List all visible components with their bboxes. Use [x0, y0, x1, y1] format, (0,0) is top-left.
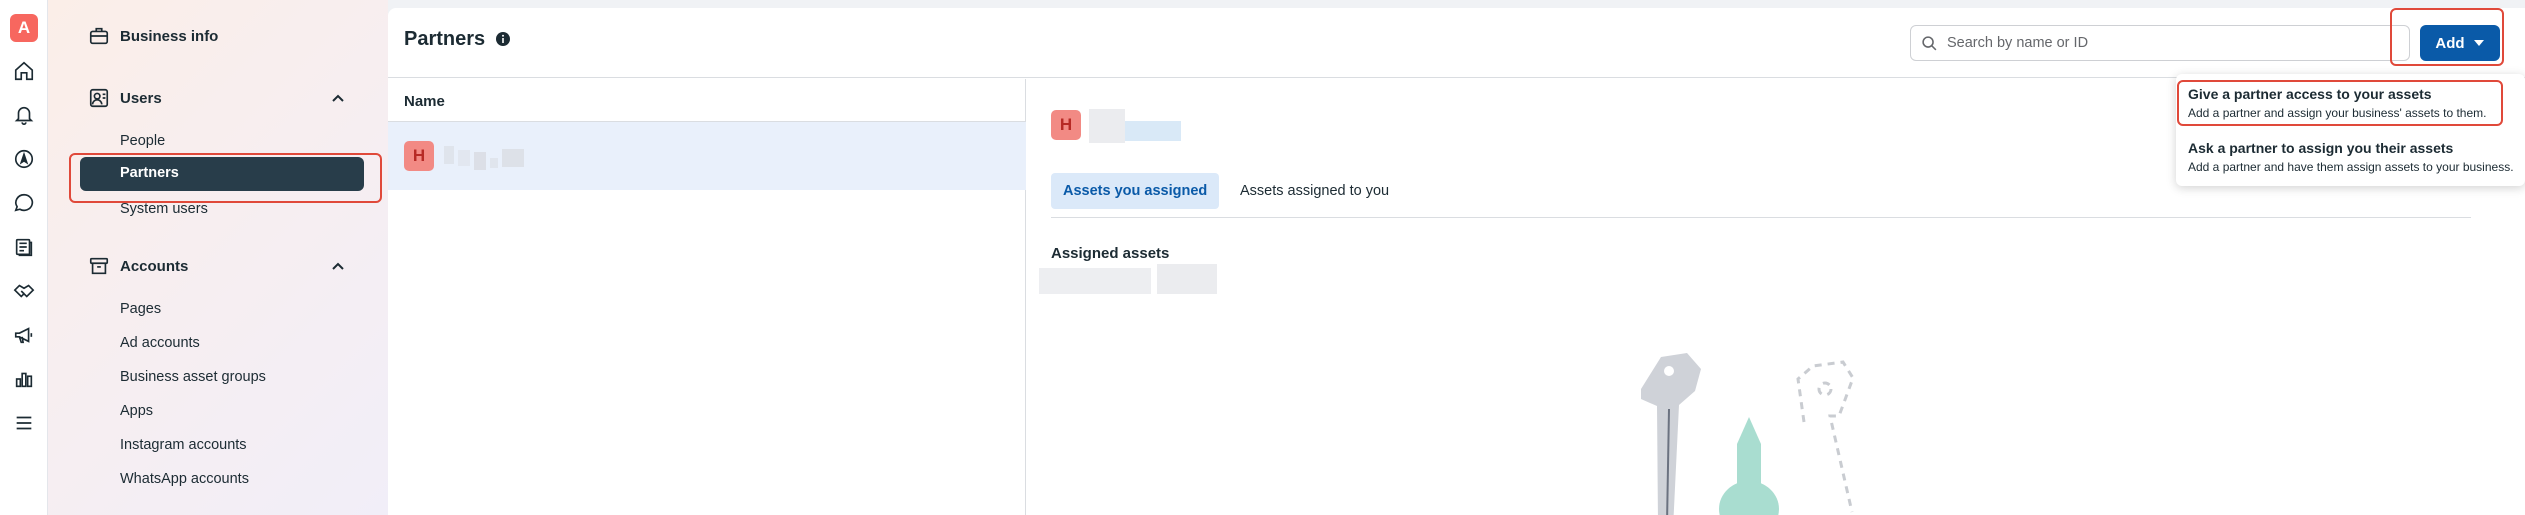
users-icon — [89, 88, 109, 108]
menu-icon[interactable] — [8, 407, 40, 439]
archive-icon — [89, 257, 109, 275]
sidebar-item-system-users[interactable]: System users — [120, 201, 208, 217]
settings-sidebar: Business info Users People Partners Syst… — [48, 0, 388, 515]
keys-illustration — [1641, 353, 1855, 515]
chevron-up-icon[interactable] — [330, 259, 346, 275]
pages-icon[interactable] — [8, 231, 40, 263]
highlight-add-button — [2390, 8, 2504, 66]
sidebar-section-accounts[interactable]: Accounts — [120, 258, 188, 275]
sidebar-item-whatsapp-accounts[interactable]: WhatsApp accounts — [120, 471, 249, 487]
page-title: Partners — [404, 28, 486, 50]
partner-avatar: H — [404, 141, 434, 171]
column-header-name[interactable]: Name — [404, 93, 445, 110]
business-logo[interactable]: A — [8, 12, 40, 44]
partner-list: Name H — [388, 79, 1026, 515]
tab-assets-you-assigned[interactable]: Assets you assigned — [1051, 173, 1220, 209]
chevron-up-icon[interactable] — [330, 91, 346, 107]
handshake-icon[interactable] — [8, 275, 40, 307]
menu-item-request-assets[interactable]: Ask a partner to assign you their assets… — [2188, 140, 2514, 174]
redacted-name — [474, 152, 486, 170]
highlight-give-access — [2177, 80, 2503, 126]
logo-letter: A — [10, 14, 38, 42]
home-icon[interactable] — [8, 55, 40, 87]
redacted-name — [444, 146, 454, 164]
sidebar-item-business-info[interactable]: Business info — [120, 28, 218, 45]
redacted-name — [458, 150, 470, 166]
icon-rail: A — [0, 0, 48, 515]
briefcase-icon — [89, 27, 109, 45]
sidebar-item-business-asset-groups[interactable]: Business asset groups — [120, 369, 266, 385]
sidebar-item-pages[interactable]: Pages — [120, 301, 161, 317]
chat-icon[interactable] — [8, 187, 40, 219]
redacted-name — [490, 158, 498, 168]
menu-item-description: Add a partner and have them assign asset… — [2188, 160, 2514, 174]
redacted-partner-name — [1125, 121, 1181, 141]
assigned-assets-heading: Assigned assets — [1051, 245, 1170, 262]
tab-assets-assigned-to-you[interactable]: Assets assigned to you — [1228, 173, 1401, 209]
info-icon[interactable] — [495, 31, 511, 47]
sidebar-item-ad-accounts[interactable]: Ad accounts — [120, 335, 200, 351]
table-row[interactable]: H — [388, 122, 1026, 190]
search-box — [1910, 25, 2410, 61]
sidebar-item-apps[interactable]: Apps — [120, 403, 153, 419]
bell-icon[interactable] — [8, 99, 40, 131]
bar-chart-icon[interactable] — [8, 363, 40, 395]
search-input[interactable] — [1947, 32, 2397, 54]
redacted-description — [1039, 268, 1151, 294]
header-bar: Partners Add — [388, 8, 2525, 78]
sidebar-section-users[interactable]: Users — [120, 90, 162, 107]
sidebar-item-instagram-accounts[interactable]: Instagram accounts — [120, 437, 247, 453]
megaphone-icon[interactable] — [8, 319, 40, 351]
partner-avatar: H — [1051, 110, 1081, 140]
divider — [1051, 217, 2471, 218]
highlight-partners — [69, 153, 382, 203]
redacted-name — [502, 149, 524, 167]
sidebar-item-people[interactable]: People — [120, 133, 165, 149]
redacted-description — [1157, 264, 1217, 294]
menu-item-title: Ask a partner to assign you their assets — [2188, 140, 2454, 156]
redacted-partner-name — [1089, 109, 1125, 143]
compass-icon[interactable] — [8, 143, 40, 175]
search-icon — [1922, 36, 1937, 51]
